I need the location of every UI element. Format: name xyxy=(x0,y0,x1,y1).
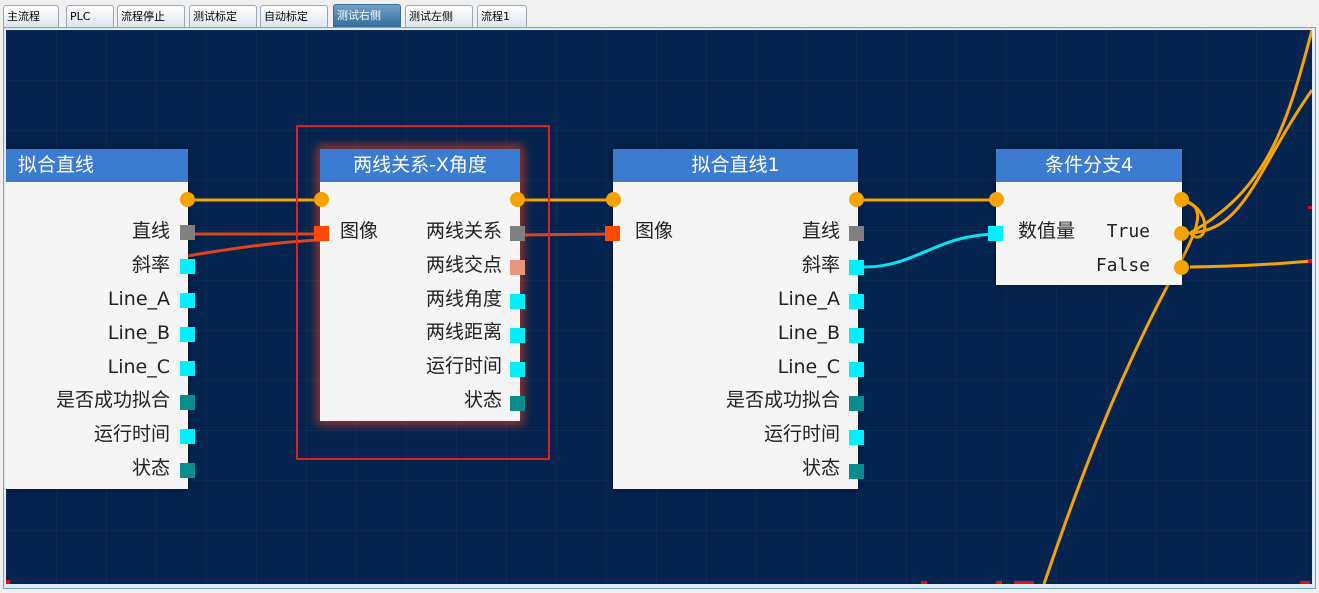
branch-wire-false xyxy=(1189,259,1312,269)
port-label-value: 数值量 xyxy=(1018,220,1076,242)
edge-marker xyxy=(1308,260,1312,263)
port-true[interactable] xyxy=(1174,226,1189,241)
port-label-slope: 斜率 xyxy=(801,254,840,276)
port-intersection[interactable] xyxy=(510,260,525,275)
port-line[interactable] xyxy=(849,226,864,241)
port-status[interactable] xyxy=(849,464,864,479)
flow-output-port[interactable] xyxy=(1174,192,1189,207)
node-fit-line[interactable]: 拟合直线 直线 斜率 Line_A Line_B Line_C 是否成功拟合 运… xyxy=(6,149,195,489)
tab-main-flow[interactable]: 主流程 xyxy=(3,5,59,27)
port-line-a[interactable] xyxy=(849,294,864,309)
port-label-angle: 两线角度 xyxy=(425,288,502,310)
port-false[interactable] xyxy=(1174,260,1189,275)
port-line-c[interactable] xyxy=(180,361,195,376)
flow-output-port[interactable] xyxy=(510,192,525,207)
edge-marker xyxy=(1014,581,1034,584)
port-label-image: 图像 xyxy=(340,220,379,242)
node-title: 拟合直线 xyxy=(6,149,188,182)
branch-wire-true xyxy=(1189,89,1312,235)
node-title: 条件分支4 xyxy=(996,149,1182,182)
port-label-line-a: Line_A xyxy=(777,288,840,310)
port-line[interactable] xyxy=(180,225,195,240)
port-label-line-a: Line_A xyxy=(107,288,170,310)
port-label-status: 状态 xyxy=(801,457,840,479)
port-label-run-time: 运行时间 xyxy=(425,355,502,377)
node-title: 两线关系-X角度 xyxy=(320,149,520,182)
port-label-intersection: 两线交点 xyxy=(425,254,502,276)
port-label-line-c: Line_C xyxy=(107,356,170,378)
edge-marker xyxy=(921,581,927,584)
port-label-line-b: Line_B xyxy=(107,322,170,344)
port-slope[interactable] xyxy=(849,260,864,275)
flow-input-port[interactable] xyxy=(989,192,1004,207)
node-two-line-relation[interactable]: 两线关系-X角度 图像 两线关系 两线交点 两线角度 两线距离 运行时间 状态 xyxy=(314,149,525,421)
branch-wire-true-b xyxy=(1181,30,1312,239)
port-run-time[interactable] xyxy=(180,429,195,444)
flow-canvas[interactable]: 拟合直线 直线 斜率 Line_A Line_B Line_C 是否成功拟合 运… xyxy=(6,30,1312,584)
edge-marker xyxy=(6,580,10,584)
port-label-false: False xyxy=(1095,255,1150,276)
port-label-distance: 两线距离 xyxy=(425,321,502,343)
tab-test-right[interactable]: 测试右侧 xyxy=(333,4,401,28)
port-value-input[interactable] xyxy=(988,226,1003,241)
port-fit-success[interactable] xyxy=(849,396,864,411)
tab-test-calibration[interactable]: 测试标定 xyxy=(189,5,257,27)
flow-input-port[interactable] xyxy=(314,192,329,207)
port-distance[interactable] xyxy=(510,328,525,343)
tab-flow-stop[interactable]: 流程停止 xyxy=(117,5,185,27)
port-label-run-time: 运行时间 xyxy=(93,423,170,445)
port-label-relation: 两线关系 xyxy=(425,220,502,242)
port-label-image: 图像 xyxy=(635,220,674,242)
port-label-line: 直线 xyxy=(131,220,170,242)
edge-marker xyxy=(1300,581,1310,584)
port-line-b[interactable] xyxy=(849,328,864,343)
port-label-status: 状态 xyxy=(463,389,502,411)
tab-plc[interactable]: PLC xyxy=(66,5,114,27)
node-fit-line-1[interactable]: 拟合直线1 图像 直线 斜率 Line_A Line_B Line_C 是否成功… xyxy=(605,149,864,489)
flow-output-port[interactable] xyxy=(180,192,195,207)
port-run-time[interactable] xyxy=(510,362,525,377)
edge-marker xyxy=(996,581,1002,584)
tab-test-left[interactable]: 测试左侧 xyxy=(405,5,473,27)
port-label-fit-success: 是否成功拟合 xyxy=(725,389,840,411)
flow-output-port[interactable] xyxy=(849,192,864,207)
port-relation[interactable] xyxy=(510,226,525,241)
tab-auto-calibration[interactable]: 自动标定 xyxy=(260,5,328,27)
port-image-input[interactable] xyxy=(605,226,620,241)
port-label-line-c: Line_C xyxy=(777,356,840,378)
flow-input-port[interactable] xyxy=(606,192,621,207)
port-status[interactable] xyxy=(180,463,195,478)
node-condition-branch-4[interactable]: 条件分支4 数值量 True False xyxy=(988,149,1189,285)
port-slope[interactable] xyxy=(180,259,195,274)
port-image-input[interactable] xyxy=(314,226,329,241)
port-status[interactable] xyxy=(510,396,525,411)
port-label-slope: 斜率 xyxy=(131,254,170,276)
port-label-line: 直线 xyxy=(801,220,840,242)
edge-marker xyxy=(1308,206,1312,209)
port-line-b[interactable] xyxy=(180,327,195,342)
port-run-time[interactable] xyxy=(849,430,864,445)
tab-flow1[interactable]: 流程1 xyxy=(477,5,527,27)
tab-bar: 主流程 PLC 流程停止 测试标定 自动标定 测试右侧 测试左侧 流程1 xyxy=(0,0,1319,28)
port-label-true: True xyxy=(1106,221,1150,242)
port-angle[interactable] xyxy=(510,294,525,309)
port-line-c[interactable] xyxy=(849,362,864,377)
port-label-status: 状态 xyxy=(131,457,170,479)
node-title: 拟合直线1 xyxy=(613,149,858,182)
port-line-a[interactable] xyxy=(180,293,195,308)
port-label-line-b: Line_B xyxy=(777,322,840,344)
port-label-run-time: 运行时间 xyxy=(763,423,840,445)
port-label-fit-success: 是否成功拟合 xyxy=(55,389,170,411)
value-wire-slope-to-value xyxy=(863,232,997,269)
port-fit-success[interactable] xyxy=(180,395,195,410)
